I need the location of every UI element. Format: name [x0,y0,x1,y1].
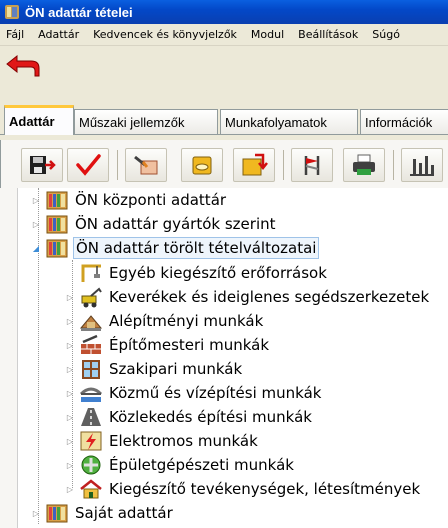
expand-arrow-icon[interactable]: ▷ [64,341,76,350]
collapse-arrow-icon[interactable]: ◢ [30,244,42,253]
tab-adattar[interactable]: Adattár [4,105,74,135]
window-title: ÖN adattár tételei [25,4,133,20]
menu-repository[interactable]: Adattár [31,28,86,41]
road-icon [81,408,101,426]
expand-arrow-icon[interactable]: ▷ [30,220,42,229]
app-icon [5,5,19,19]
menu-module[interactable]: Modul [244,28,291,41]
tree-node-label: Kiegészítő tevékenységek, létesítmények [109,480,421,498]
tree-node-kozponti[interactable]: ▷ ÖN központi adattár [30,188,228,212]
tree-node-label: ÖN adattár gyártók szerint [75,215,276,233]
tree-node-label: Szakipari munkák [109,360,243,378]
expand-arrow-icon[interactable]: ▷ [64,365,76,374]
tree-node-label: Alépítményi munkák [109,312,264,330]
tree-node-label: Elektromos munkák [109,432,258,450]
item-toolbar [0,140,448,188]
tree-node-label: Keverékek és ideiglenes segédszerkezetek [109,288,430,306]
crane-icon [81,264,101,282]
flag-tool-button[interactable] [291,148,333,182]
save-exit-icon [30,156,56,174]
library-icon [46,504,68,523]
tree-node-egyeb[interactable]: Egyéb kiegészítő erőforrások [64,261,329,285]
save-exit-button[interactable] [21,148,63,182]
tree-node-label: Közmű és vízépítési munkák [109,384,322,402]
expand-arrow-icon[interactable]: ▷ [64,461,76,470]
bridge-icon [79,387,103,402]
title-bar[interactable]: ÖN adattár tételei [0,0,448,24]
menu-bar: Fájl Adattár Kedvencek és könyvjelzők Mo… [0,24,448,46]
house-icon [80,479,102,499]
tree-node-epitomesteri[interactable]: ▷ Építőmesteri munkák [64,333,271,357]
expand-arrow-icon[interactable]: ▷ [64,389,76,398]
tab-informaciok[interactable]: Információk [360,109,448,134]
masonry-icon [81,334,101,354]
back-arrow-icon[interactable] [3,50,43,82]
library-icon [46,239,68,258]
tree-node-label: ÖN adattár törölt tételváltozatai [73,237,320,259]
approve-button[interactable] [67,148,109,182]
machinery-icon [81,287,102,308]
edit-item-button[interactable] [125,148,167,182]
tab-muszaki-jellemzok[interactable]: Műszaki jellemzők [74,109,218,134]
print-button[interactable] [343,148,385,182]
menu-favorites[interactable]: Kedvencek és könyvjelzők [86,28,244,41]
box-icon [192,156,212,175]
tree-node-label: Közlekedés építési munkák [109,408,312,426]
window-icon [82,360,100,379]
expand-arrow-icon[interactable]: ▷ [30,196,42,205]
repository-tree[interactable]: ▷ ÖN központi adattár ▷ ÖN adattár gyárt… [0,188,448,528]
expand-arrow-icon[interactable]: ▷ [64,413,76,422]
foundation-icon [79,315,103,331]
tree-node-epuletgepeszeti[interactable]: ▷ Épületgépészeti munkák [64,453,296,477]
tree-node-label: ÖN központi adattár [75,191,227,209]
tree-node-label: Építőmesteri munkák [109,336,270,354]
expand-arrow-icon[interactable]: ▷ [64,437,76,446]
tree-node-keverekek[interactable]: ▷ Keverékek és ideiglenes segédszerkezet… [64,285,431,309]
flag-tool-icon [304,156,320,175]
download-to-box-icon [242,153,268,176]
download-to-box-button[interactable] [233,148,275,182]
tab-munkafolyamatok[interactable]: Munkafolyamatok [220,109,358,134]
library-icon [46,191,68,210]
tree-node-label: Saját adattár [75,504,173,522]
main-toolbar [0,46,448,100]
tree-node-szakipari[interactable]: ▷ Szakipari munkák [64,357,244,381]
tree-node-label: Épületgépészeti munkák [109,456,294,474]
menu-settings[interactable]: Beállítások [291,28,365,41]
tree-node-kiegeszito[interactable]: ▷ Kiegészítő tevékenységek, létesítménye… [64,477,422,501]
menu-file[interactable]: Fájl [0,28,31,41]
lightning-icon [80,431,102,451]
tree-node-gyartok[interactable]: ▷ ÖN adattár gyártók szerint [30,212,278,236]
tree-node-alepitmenyi[interactable]: ▷ Alépítményi munkák [64,309,265,333]
tree-node-kozmu[interactable]: ▷ Közmű és vízépítési munkák [64,381,323,405]
edit-item-icon [134,155,158,175]
tree-node-torolt[interactable]: ◢ ÖN adattár törölt tételváltozatai [30,236,320,260]
pipe-icon [81,455,101,475]
tree-node-label: Egyéb kiegészítő erőforrások [109,264,327,282]
expand-arrow-icon[interactable]: ▷ [64,485,76,494]
library-icon [46,215,68,234]
tab-strip: Adattár Műszaki jellemzők Munkafolyamato… [0,100,448,140]
tree-node-sajat[interactable]: ▷ Saját adattár [30,501,175,525]
chart-button[interactable] [401,148,443,182]
chart-icon [410,156,434,176]
expand-arrow-icon[interactable]: ▷ [64,317,76,326]
tree-node-elektromos[interactable]: ▷ Elektromos munkák [64,429,260,453]
menu-help[interactable]: Súgó [365,28,407,41]
tree-node-kozlekedes[interactable]: ▷ Közlekedés építési munkák [64,405,314,429]
checkmark-icon [76,154,101,176]
expand-arrow-icon[interactable]: ▷ [30,509,42,518]
expand-arrow-icon[interactable]: ▷ [64,293,76,302]
box-button[interactable] [181,148,223,182]
printer-icon [353,154,375,175]
